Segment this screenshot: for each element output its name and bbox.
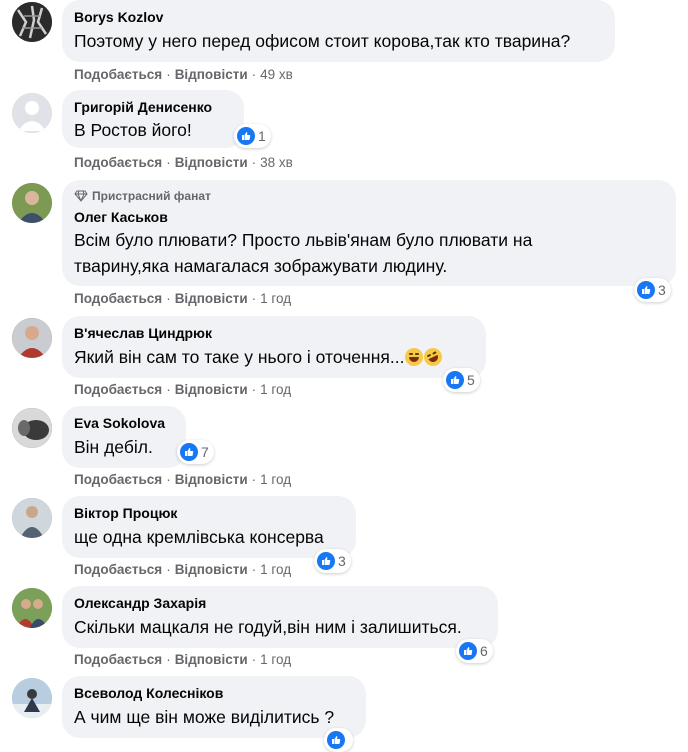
reaction-number: 3 — [658, 282, 666, 298]
comment-author[interactable]: Олександр Захарія — [74, 594, 486, 612]
like-link[interactable]: Подобається — [74, 472, 162, 487]
reaction-count[interactable]: 1 — [234, 124, 271, 148]
comment-time[interactable]: 1 год — [260, 472, 291, 487]
avatar[interactable] — [12, 2, 52, 42]
reaction-count[interactable]: 5 — [443, 368, 480, 392]
comment-text-line2: тварину,яка намагалася зображувати людин… — [74, 256, 448, 276]
comment-bubble: Eva Sokolova Він дебіл. — [62, 406, 186, 468]
comment-author[interactable]: Григорій Денисенко — [74, 98, 232, 116]
like-icon — [317, 552, 335, 570]
comment-text: В Ростов його! — [74, 120, 192, 140]
comment-author[interactable]: В'ячеслав Циндрюк — [74, 324, 474, 342]
comment-actions: Подобається · Відповісти · 1 год — [74, 472, 292, 487]
reaction-number: 3 — [338, 553, 346, 569]
avatar[interactable] — [12, 93, 52, 133]
reply-link[interactable]: Відповісти — [175, 155, 248, 170]
laughing-emoji-icon — [405, 348, 424, 366]
comment-time[interactable]: 1 год — [260, 652, 291, 667]
like-link[interactable]: Подобається — [74, 155, 162, 170]
comment-text: ще одна кремлівська консерва — [74, 527, 324, 547]
comment-author[interactable]: Віктор Процюк — [74, 504, 344, 522]
like-icon — [180, 443, 198, 461]
comment-bubble: Григорій Денисенко В Ростов його! — [62, 90, 244, 148]
reply-link[interactable]: Відповісти — [175, 652, 248, 667]
reply-link[interactable]: Відповісти — [175, 291, 248, 306]
reaction-count[interactable]: 6 — [456, 639, 493, 663]
comment-text: А чим ще він може виділитись ? — [74, 707, 335, 727]
diamond-icon — [74, 190, 88, 202]
comment-actions: Подобається · Відповісти · 1 год — [74, 652, 292, 667]
comment-text: Скільки мацкаля не годуй,він ним і залиш… — [74, 617, 462, 637]
comment-text: Який він сам то таке у нього і оточення.… — [74, 345, 474, 369]
comment-time[interactable]: 38 хв — [260, 155, 293, 170]
avatar[interactable] — [12, 183, 52, 223]
comment-time[interactable]: 1 год — [260, 382, 291, 397]
comment-actions: Подобається · Відповісти · 1 год — [74, 291, 292, 306]
reaction-count[interactable]: 7 — [177, 440, 214, 464]
fan-badge[interactable]: Пристрасний фанат — [74, 188, 664, 204]
reaction-number: 1 — [258, 128, 266, 144]
comment-time[interactable]: 1 год — [260, 291, 291, 306]
comment-bubble: В'ячеслав Циндрюк Який він сам то таке у… — [62, 316, 486, 378]
like-icon — [446, 371, 464, 389]
avatar[interactable] — [12, 588, 52, 628]
rofl-emoji-icon — [421, 345, 446, 369]
like-icon — [237, 127, 255, 145]
fan-badge-label: Пристрасний фанат — [92, 189, 211, 203]
comment-bubble: Пристрасний фанат Олег Каськов Всім було… — [62, 180, 676, 286]
comment-actions: Подобається · Відповісти · 38 хв — [74, 155, 293, 170]
comment-author[interactable]: Borys Kozlov — [74, 8, 603, 26]
like-icon — [637, 281, 655, 299]
comment-text: Поэтому у него перед офисом стоит корова… — [74, 31, 571, 51]
reply-link[interactable]: Відповісти — [175, 562, 248, 577]
reaction-count[interactable]: 3 — [634, 278, 671, 302]
comment-text: Всім було плювати? Просто львів'янам бул… — [74, 230, 533, 250]
comment-actions: Подобається · Відповісти · 1 год — [74, 382, 292, 397]
like-link[interactable]: Подобається — [74, 67, 162, 82]
comment-actions: Подобається · Відповісти · 49 хв — [74, 67, 293, 82]
like-link[interactable]: Подобається — [74, 652, 162, 667]
comment-author[interactable]: Олег Каськов — [74, 208, 664, 226]
comment-time[interactable]: 1 год — [260, 562, 291, 577]
reaction-number: 7 — [201, 444, 209, 460]
comment-actions: Подобається · Відповісти · 1 год — [74, 562, 292, 577]
reaction-count[interactable]: 3 — [314, 549, 351, 573]
reply-link[interactable]: Відповісти — [175, 382, 248, 397]
like-link[interactable]: Подобається — [74, 291, 162, 306]
reaction-number: 6 — [480, 643, 488, 659]
like-icon — [327, 731, 345, 749]
like-icon — [459, 642, 477, 660]
comment-time[interactable]: 49 хв — [260, 67, 293, 82]
like-link[interactable]: Подобається — [74, 562, 162, 577]
reply-link[interactable]: Відповісти — [175, 472, 248, 487]
like-link[interactable]: Подобається — [74, 382, 162, 397]
comment-bubble: Олександр Захарія Скільки мацкаля не год… — [62, 586, 498, 648]
comment-bubble: Borys Kozlov Поэтому у него перед офисом… — [62, 0, 615, 62]
comment-author[interactable]: Eva Sokolova — [74, 414, 174, 432]
reaction-number: 5 — [467, 372, 475, 388]
comment-text: Він дебіл. — [74, 437, 153, 457]
reaction-count[interactable] — [324, 728, 353, 752]
avatar[interactable] — [12, 498, 52, 538]
comment-bubble: Віктор Процюк ще одна кремлівська консер… — [62, 496, 356, 558]
avatar[interactable] — [12, 318, 52, 358]
avatar[interactable] — [12, 678, 52, 718]
comment-bubble: Всеволод Колесніков А чим ще він може ви… — [62, 676, 366, 738]
comment-text-body: Який він сам то таке у нього і оточення.… — [74, 347, 405, 367]
avatar[interactable] — [12, 408, 52, 448]
comment-author[interactable]: Всеволод Колесніков — [74, 684, 354, 702]
reply-link[interactable]: Відповісти — [175, 67, 248, 82]
